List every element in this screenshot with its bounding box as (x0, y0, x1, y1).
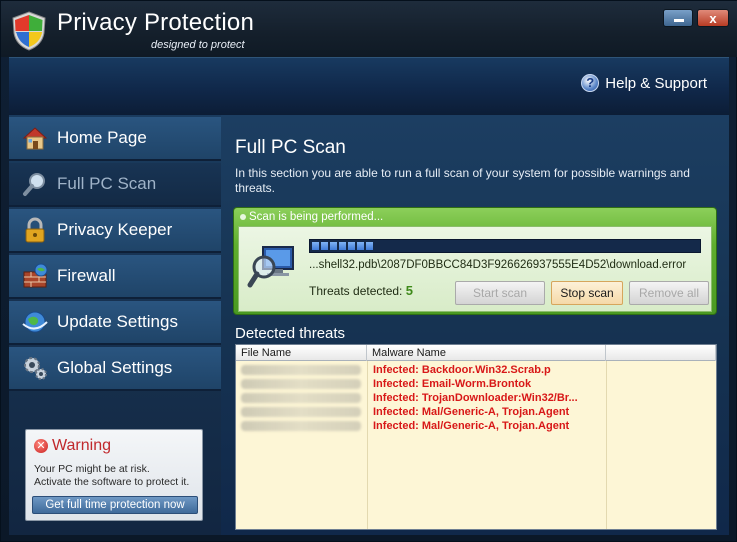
warning-title-text: Warning (52, 437, 111, 454)
warning-line-1: Your PC might be at risk. (34, 463, 150, 475)
malware-name: Infected: Mal/Generic-A, Trojan.Agent (373, 406, 570, 418)
scan-progress-bar (309, 239, 701, 253)
help-label: Help & Support (605, 74, 707, 92)
brick-wall-globe-icon (19, 260, 51, 292)
detected-threats-title: Detected threats (235, 325, 346, 342)
blurred-file-name (241, 379, 361, 389)
threats-detected: Threats detected: 5 (309, 283, 413, 298)
progress-segment (339, 242, 346, 250)
sidebar-item-full-pc-scan[interactable]: Full PC Scan (9, 163, 221, 207)
blurred-file-name (241, 421, 361, 431)
table-header: File Name Malware Name (236, 345, 716, 361)
header-band: ? Help & Support (9, 57, 729, 115)
malware-name: Infected: Email-Worm.Brontok (373, 378, 532, 390)
table-row[interactable]: Infected: Backdoor.Win32.Scrab.p (236, 363, 716, 377)
table-row[interactable]: Infected: TrojanDownloader:Win32/Br... (236, 391, 716, 405)
progress-segment (321, 242, 328, 250)
sidebar-item-label: Firewall (57, 266, 116, 285)
current-scan-file: ...shell32.pdb\2087DF0BBCC84D3F926626937… (309, 259, 687, 271)
blurred-file-name (241, 407, 361, 417)
sidebar-item-firewall[interactable]: Firewall (9, 255, 221, 299)
blurred-file-name (241, 365, 361, 375)
table-row[interactable]: Infected: Email-Worm.Brontok (236, 377, 716, 391)
malware-name: Infected: Backdoor.Win32.Scrab.p (373, 364, 551, 376)
progress-segment (330, 242, 337, 250)
blurred-file-name (241, 393, 361, 403)
scan-status-text: Scan is being performed... (249, 211, 384, 223)
sidebar: Home Page Full PC Scan Privacy Keeper Fi… (9, 115, 221, 535)
progress-segment (312, 242, 319, 250)
table-row[interactable]: Infected: Mal/Generic-A, Trojan.Agent (236, 419, 716, 433)
house-icon (19, 122, 51, 154)
malware-name: Infected: Mal/Generic-A, Trojan.Agent (373, 420, 570, 432)
progress-segment (366, 242, 373, 250)
padlock-icon (19, 214, 51, 246)
scan-panel: Scan is being performed... ...shell32.pd… (233, 207, 717, 315)
scan-inner: ...shell32.pdb\2087DF0BBCC84D3F926626937… (238, 226, 712, 312)
help-icon: ? (581, 74, 600, 92)
globe-update-icon (19, 306, 51, 338)
sidebar-item-home-page[interactable]: Home Page (9, 117, 221, 161)
sidebar-item-privacy-keeper[interactable]: Privacy Keeper (9, 209, 221, 253)
close-button[interactable]: x (697, 9, 729, 27)
app-window: Privacy Protection designed to protect x… (0, 0, 737, 542)
column-header-extra[interactable] (606, 345, 716, 361)
minimize-button[interactable] (663, 9, 693, 27)
table-row[interactable]: Infected: Mal/Generic-A, Trojan.Agent (236, 405, 716, 419)
sidebar-item-label: Global Settings (57, 358, 173, 377)
page-title: Full PC Scan (235, 137, 346, 158)
warning-text: Your PC might be at risk. Activate the s… (34, 463, 204, 489)
close-icon: x (709, 11, 717, 26)
column-header-malware-name[interactable]: Malware Name (367, 345, 606, 361)
sidebar-item-update-settings[interactable]: Update Settings (9, 301, 221, 345)
title-bar: Privacy Protection designed to protect x (1, 1, 737, 57)
threats-count: 5 (405, 283, 413, 298)
warning-box: ✕ Warning Your PC might be at risk. Acti… (25, 429, 203, 521)
warning-title: ✕ Warning (34, 437, 111, 455)
sidebar-item-label: Full PC Scan (57, 174, 157, 193)
remove-all-button[interactable]: Remove all (629, 281, 709, 305)
get-protection-button[interactable]: Get full time protection now (32, 496, 198, 514)
status-dot-icon (240, 214, 246, 220)
column-header-file-name[interactable]: File Name (236, 345, 367, 361)
sidebar-item-label: Privacy Keeper (57, 220, 173, 239)
start-scan-button[interactable]: Start scan (455, 281, 545, 305)
scan-status: Scan is being performed... (240, 211, 383, 223)
app-title: Privacy Protection (57, 9, 255, 36)
sidebar-item-label: Update Settings (57, 312, 178, 331)
malware-name: Infected: TrojanDownloader:Win32/Br... (373, 392, 578, 404)
progress-segment (348, 242, 355, 250)
gears-icon (19, 352, 51, 384)
threats-label: Threats detected: (309, 284, 403, 298)
sidebar-item-global-settings[interactable]: Global Settings (9, 347, 221, 391)
help-support-link[interactable]: ? Help & Support (581, 74, 707, 92)
scan-progress-fill (312, 242, 373, 250)
stop-scan-button[interactable]: Stop scan (551, 281, 623, 305)
sidebar-item-label: Home Page (57, 128, 147, 147)
app-subtitle: designed to protect (151, 39, 245, 51)
progress-segment (357, 242, 364, 250)
detected-threats-table: File Name Malware Name Infected: Backdoo… (235, 344, 717, 530)
warning-line-2: Activate the software to protect it. (34, 476, 190, 488)
shield-logo-icon (12, 11, 46, 51)
magnifier-icon (19, 168, 51, 200)
main-content: Full PC Scan In this section you are abl… (221, 115, 729, 535)
error-icon: ✕ (34, 439, 48, 453)
page-description: In this section you are able to run a fu… (235, 166, 690, 195)
computer-magnifier-icon (247, 246, 294, 288)
